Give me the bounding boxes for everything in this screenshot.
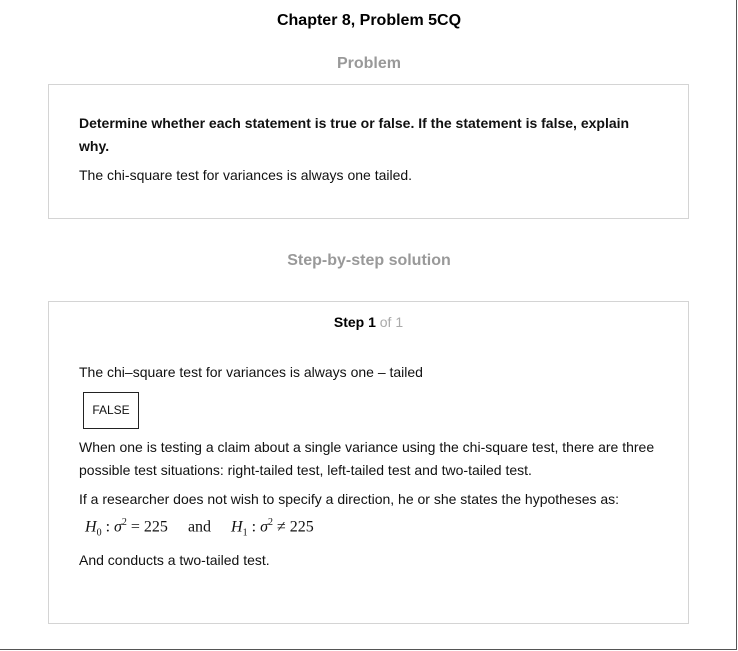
h0-subscript: 0 bbox=[96, 527, 102, 539]
problem-statement: The chi-square test for variances is alw… bbox=[79, 167, 413, 183]
problem-instruction: Determine whether each statement is true… bbox=[79, 115, 630, 154]
formula-and: and bbox=[187, 518, 212, 536]
problem-box: Determine whether each statement is true… bbox=[48, 84, 689, 219]
answer-box: FALSE bbox=[83, 392, 139, 429]
problem-heading: Problem bbox=[336, 55, 401, 72]
h0-relation: = 225 bbox=[130, 518, 168, 536]
solution-box: Step 1 of 1 The chi–square test for vari… bbox=[48, 301, 689, 624]
h0-symbol: H bbox=[85, 518, 97, 536]
h1-symbol: H bbox=[231, 518, 243, 536]
solution-restatement: The chi–square test for variances is alw… bbox=[79, 364, 423, 380]
step-indicator: Step 1 of 1 bbox=[49, 314, 688, 330]
solution-conclusion: And conducts a two-tailed test. bbox=[79, 552, 270, 568]
step-number: Step 1 bbox=[333, 314, 376, 330]
page-title: Chapter 8, Problem 5CQ bbox=[276, 12, 462, 29]
sigma-symbol-2: σ bbox=[260, 518, 268, 536]
sigma-symbol: σ bbox=[114, 518, 122, 536]
sigma-exponent: 2 bbox=[121, 517, 127, 528]
h1-subscript: 1 bbox=[242, 527, 248, 539]
hypotheses-formula: H0 : σ2 = 225 and H1 : σ2 ≠ 225 bbox=[85, 517, 314, 539]
solution-heading: Step-by-step solution bbox=[287, 252, 451, 269]
hypothesis-intro: If a researcher does not wish to specify… bbox=[79, 491, 620, 507]
solution-explanation: When one is testing a claim about a sing… bbox=[79, 439, 655, 478]
step-total: of 1 bbox=[379, 314, 404, 330]
h1-relation: ≠ 225 bbox=[276, 518, 314, 536]
sigma-exponent-2: 2 bbox=[267, 517, 273, 528]
